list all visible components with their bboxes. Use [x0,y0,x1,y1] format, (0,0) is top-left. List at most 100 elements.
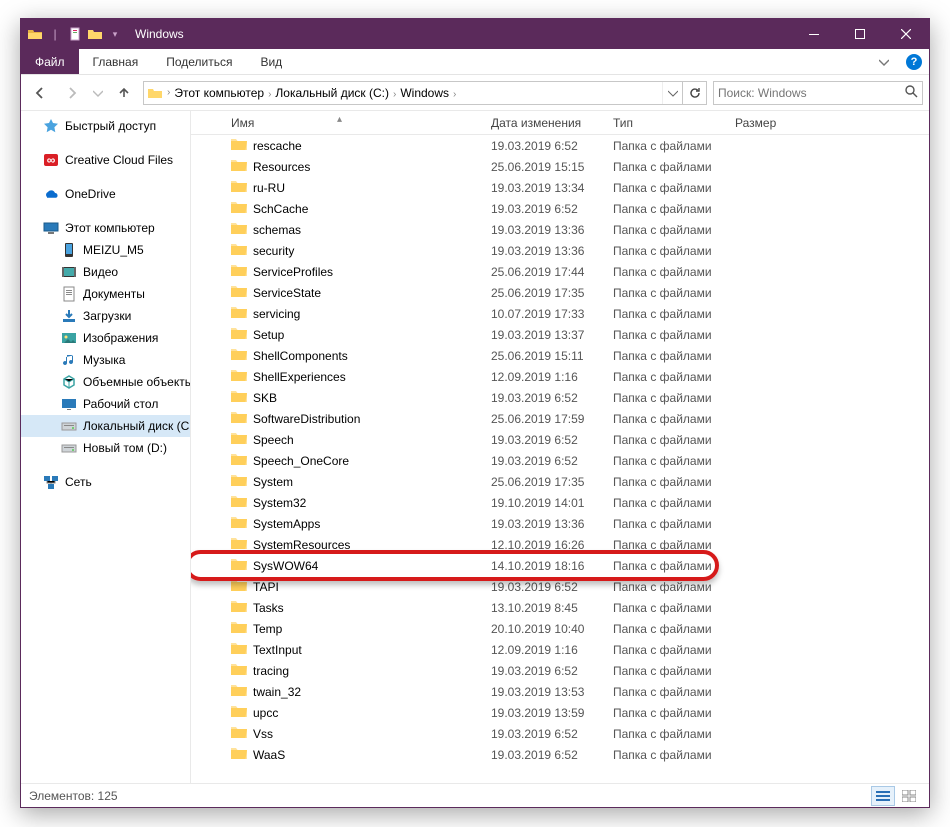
ribbon-tab[interactable]: Поделиться [152,49,246,74]
file-row[interactable]: SKB19.03.2019 6:52Папка с файлами [191,387,929,408]
file-row[interactable]: TextInput12.09.2019 1:16Папка с файлами [191,639,929,660]
folder-icon [231,201,247,217]
address-dropdown-button[interactable] [662,82,682,104]
nav-item[interactable]: Быстрый доступ [21,115,190,137]
file-date: 10.07.2019 17:33 [491,307,613,321]
file-row[interactable]: security19.03.2019 13:36Папка с файлами [191,240,929,261]
sort-asc-icon: ▴ [337,114,342,125]
file-row[interactable]: servicing10.07.2019 17:33Папка с файлами [191,303,929,324]
breadcrumb-segment[interactable]: Этот компьютер [171,86,267,100]
file-date: 19.03.2019 6:52 [491,139,613,153]
file-list[interactable]: rescache19.03.2019 6:52Папка с файламиRe… [191,135,929,783]
file-name: Speech [253,433,491,447]
file-date: 13.10.2019 8:45 [491,601,613,615]
file-row[interactable]: SystemResources12.10.2019 16:26Папка с ф… [191,534,929,555]
file-row[interactable]: ServiceState25.06.2019 17:35Папка с файл… [191,282,929,303]
file-row[interactable]: ru-RU19.03.2019 13:34Папка с файлами [191,177,929,198]
nav-item[interactable]: Рабочий стол [21,393,190,415]
file-row[interactable]: Resources25.06.2019 15:15Папка с файлами [191,156,929,177]
nav-item[interactable]: Сеть [21,471,190,493]
file-row[interactable]: ShellComponents25.06.2019 15:11Папка с ф… [191,345,929,366]
search-input[interactable] [718,86,904,100]
forward-button[interactable] [59,80,85,106]
file-date: 19.03.2019 13:59 [491,706,613,720]
file-type: Папка с файлами [613,475,763,489]
file-row[interactable]: ShellExperiences12.09.2019 1:16Папка с ф… [191,366,929,387]
file-type: Папка с файлами [613,202,763,216]
desktop-icon [61,396,77,412]
new-folder-icon[interactable] [87,26,103,42]
file-type: Папка с файлами [613,391,763,405]
file-row[interactable]: SystemApps19.03.2019 13:36Папка с файлам… [191,513,929,534]
file-row[interactable]: SchCache19.03.2019 6:52Папка с файлами [191,198,929,219]
chevron-right-icon[interactable]: › [452,89,457,100]
search-box[interactable] [713,81,923,105]
breadcrumb-segment[interactable]: Локальный диск (C:) [272,86,392,100]
search-icon[interactable] [904,84,918,101]
file-row[interactable]: ServiceProfiles25.06.2019 17:44Папка с ф… [191,261,929,282]
nav-item[interactable]: OneDrive [21,183,190,205]
ribbon-file-tab[interactable]: Файл [21,49,79,74]
icons-view-button[interactable] [897,786,921,806]
ribbon-tab[interactable]: Главная [79,49,153,74]
nav-item[interactable]: ∞Creative Cloud Files [21,149,190,171]
nav-item[interactable]: MEIZU_M5 [21,239,190,261]
file-row[interactable]: schemas19.03.2019 13:36Папка с файлами [191,219,929,240]
nav-item[interactable]: Музыка [21,349,190,371]
folder-icon [231,600,247,616]
file-row[interactable]: Speech_OneCore19.03.2019 6:52Папка с фай… [191,450,929,471]
back-button[interactable] [27,80,53,106]
file-row[interactable]: Temp20.10.2019 10:40Папка с файлами [191,618,929,639]
address-bar[interactable]: › Этот компьютер›Локальный диск (C:)›Win… [143,81,707,105]
file-row[interactable]: Setup19.03.2019 13:37Папка с файлами [191,324,929,345]
file-date: 25.06.2019 17:35 [491,286,613,300]
minimize-button[interactable] [791,19,837,49]
file-row[interactable]: TAPI19.03.2019 6:52Папка с файлами [191,576,929,597]
file-row[interactable]: Speech19.03.2019 6:52Папка с файлами [191,429,929,450]
breadcrumb-segment[interactable]: Windows [397,86,452,100]
file-row[interactable]: System3219.10.2019 14:01Папка с файлами [191,492,929,513]
column-size[interactable]: Размер [735,116,815,130]
file-row[interactable]: upcc19.03.2019 13:59Папка с файлами [191,702,929,723]
properties-icon[interactable] [67,26,83,42]
folder-icon [231,348,247,364]
navigation-pane[interactable]: Быстрый доступ ∞Creative Cloud Files OneDr… [21,111,191,783]
nav-item[interactable]: Документы [21,283,190,305]
file-row[interactable]: Vss19.03.2019 6:52Папка с файлами [191,723,929,744]
nav-item[interactable]: Этот компьютер [21,217,190,239]
column-name[interactable]: Имя▴ [231,116,491,130]
downloads-icon [61,308,77,324]
up-button[interactable] [111,80,137,106]
nav-item[interactable]: Загрузки [21,305,190,327]
details-view-button[interactable] [871,786,895,806]
file-row[interactable]: Tasks13.10.2019 8:45Папка с файлами [191,597,929,618]
recent-button[interactable] [91,80,105,106]
expand-ribbon-button[interactable] [869,49,899,74]
nav-item[interactable]: Объемные объекты [21,371,190,393]
file-row[interactable]: System25.06.2019 17:35Папка с файлами [191,471,929,492]
file-row[interactable]: rescache19.03.2019 6:52Папка с файлами [191,135,929,156]
file-name: TextInput [253,643,491,657]
qat-dropdown-icon[interactable]: ▾ [107,26,123,42]
help-button[interactable]: ? [899,49,929,74]
refresh-button[interactable] [682,82,706,104]
close-button[interactable] [883,19,929,49]
disk-icon [61,418,77,434]
nav-item[interactable]: Изображения [21,327,190,349]
maximize-button[interactable] [837,19,883,49]
nav-item[interactable]: Новый том (D:) [21,437,190,459]
folder-icon [231,222,247,238]
column-type[interactable]: Тип [613,116,735,130]
file-row[interactable]: SysWOW6414.10.2019 18:16Папка с файлами [191,555,929,576]
file-row[interactable]: WaaS19.03.2019 6:52Папка с файлами [191,744,929,765]
file-name: SKB [253,391,491,405]
nav-item[interactable]: Видео [21,261,190,283]
ribbon-tab[interactable]: Вид [246,49,296,74]
column-date[interactable]: Дата изменения [491,116,613,130]
file-row[interactable]: tracing19.03.2019 6:52Папка с файлами [191,660,929,681]
file-row[interactable]: SoftwareDistribution25.06.2019 17:59Папк… [191,408,929,429]
nav-item[interactable]: Локальный диск (C:) [21,415,190,437]
folder-icon [231,495,247,511]
file-row[interactable]: twain_3219.03.2019 13:53Папка с файлами [191,681,929,702]
file-name: ShellExperiences [253,370,491,384]
